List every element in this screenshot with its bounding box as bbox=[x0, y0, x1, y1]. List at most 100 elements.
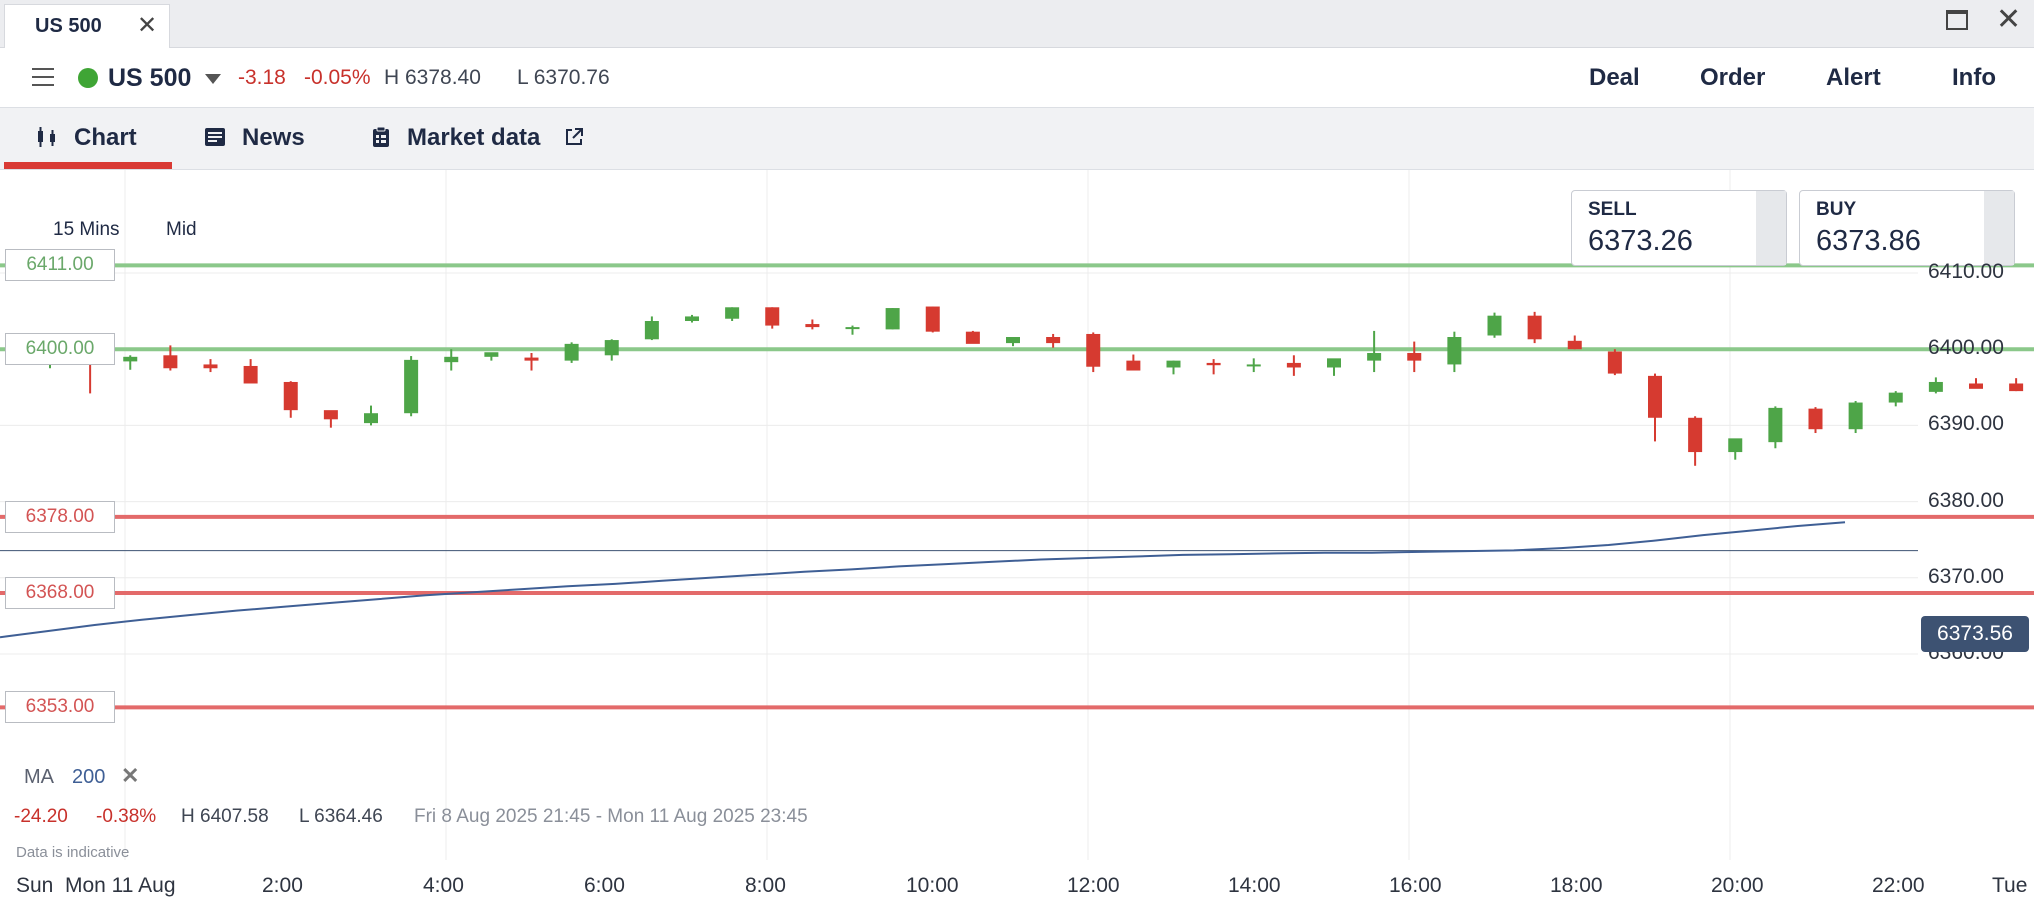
sell-quote[interactable]: SELL 6373.26 bbox=[1571, 190, 1787, 266]
candle-body bbox=[1808, 408, 1823, 430]
candle-body bbox=[524, 357, 539, 361]
level-label[interactable]: 6353.00 bbox=[5, 691, 115, 724]
y-tick-label: 6380.00 bbox=[1928, 488, 2004, 512]
data-disclaimer: Data is indicative bbox=[16, 844, 130, 861]
interval-selector[interactable]: 15 Mins bbox=[53, 219, 120, 241]
candle-body bbox=[1487, 315, 1502, 336]
candle bbox=[644, 316, 659, 341]
tab-chart[interactable]: Chart bbox=[74, 124, 137, 152]
candle-body bbox=[1567, 340, 1582, 350]
current-price-badge: 6373.56 bbox=[1921, 616, 2029, 652]
level-label[interactable]: 6411.00 bbox=[5, 249, 115, 282]
candle bbox=[1527, 311, 1542, 344]
x-tick-label: 14:00 bbox=[1228, 874, 1281, 897]
candle bbox=[1206, 359, 1221, 375]
window-restore-icon[interactable] bbox=[1946, 10, 1968, 30]
candle bbox=[1648, 373, 1662, 442]
range-dates: Fri 8 Aug 2025 21:45 - Mon 11 Aug 2025 2… bbox=[414, 806, 808, 827]
tab-market-data[interactable]: Market data bbox=[407, 124, 540, 152]
candle-body bbox=[1648, 375, 1662, 418]
candle bbox=[203, 359, 218, 373]
candle-body bbox=[2009, 383, 2024, 392]
x-tick-label: 2:00 bbox=[262, 874, 303, 897]
x-tick-label: Sun bbox=[16, 874, 54, 897]
candle bbox=[1607, 349, 1622, 376]
candle bbox=[845, 325, 860, 335]
tab-news[interactable]: News bbox=[242, 124, 305, 152]
candle bbox=[283, 381, 298, 418]
price-levels bbox=[0, 263, 2034, 710]
candle bbox=[685, 314, 699, 323]
candle-body bbox=[1327, 358, 1341, 368]
x-tick-label: 16:00 bbox=[1389, 874, 1442, 897]
candle bbox=[1487, 312, 1502, 338]
candles bbox=[43, 306, 2024, 466]
instrument-name[interactable]: US 500 bbox=[108, 64, 191, 93]
indicator-name: MA bbox=[24, 766, 54, 788]
candle-body bbox=[805, 324, 820, 328]
buy-quote[interactable]: BUY 6373.86 bbox=[1799, 190, 2015, 266]
candle bbox=[1928, 377, 1943, 394]
candle-body bbox=[1527, 315, 1542, 340]
level-label[interactable]: 6378.00 bbox=[5, 500, 115, 533]
candle bbox=[564, 342, 579, 363]
change-percent: -0.05% bbox=[304, 66, 371, 89]
deal-button[interactable]: Deal bbox=[1589, 64, 1640, 92]
window-close-icon[interactable]: ✕ bbox=[1996, 2, 2021, 37]
candle bbox=[524, 353, 539, 371]
candle-body bbox=[1206, 362, 1221, 366]
window-tab[interactable]: US 500 ✕ bbox=[4, 4, 170, 48]
y-tick-label: 6410.00 bbox=[1928, 260, 2004, 283]
external-link-icon[interactable] bbox=[564, 127, 584, 147]
order-button[interactable]: Order bbox=[1700, 64, 1765, 92]
market-open-status-icon bbox=[78, 68, 98, 88]
candle bbox=[1367, 330, 1382, 373]
menu-icon[interactable] bbox=[32, 68, 54, 86]
x-tick-label: Tue bbox=[1992, 874, 2028, 897]
candle bbox=[1888, 391, 1903, 407]
remove-indicator-icon[interactable]: ✕ bbox=[121, 763, 139, 789]
candle bbox=[1286, 355, 1301, 376]
candle-body bbox=[364, 413, 378, 424]
candle-body bbox=[1928, 381, 1943, 392]
chevron-down-icon[interactable] bbox=[205, 74, 221, 84]
candle bbox=[1246, 358, 1261, 373]
candle bbox=[1086, 332, 1101, 373]
candle bbox=[243, 359, 258, 384]
info-button[interactable]: Info bbox=[1952, 64, 1996, 92]
x-tick-label: 6:00 bbox=[584, 874, 625, 897]
candle-body bbox=[765, 307, 780, 326]
day-high: H 6378.40 bbox=[384, 66, 481, 89]
candle bbox=[1969, 378, 1983, 389]
candle bbox=[1166, 360, 1181, 375]
level-label[interactable]: 6400.00 bbox=[5, 333, 115, 366]
indicator-period[interactable]: 200 bbox=[72, 766, 105, 789]
candle-body bbox=[1848, 402, 1863, 430]
clipboard-icon bbox=[373, 126, 389, 147]
candle-body bbox=[404, 359, 419, 414]
x-tick-label: 22:00 bbox=[1872, 874, 1925, 897]
price-type-selector[interactable]: Mid bbox=[166, 219, 197, 241]
alert-button[interactable]: Alert bbox=[1826, 64, 1881, 92]
candle bbox=[1688, 416, 1703, 466]
candle bbox=[1126, 354, 1141, 371]
candle-body bbox=[1768, 407, 1783, 443]
candle bbox=[364, 405, 378, 426]
candle bbox=[484, 352, 499, 361]
candle-body bbox=[203, 364, 218, 369]
range-low: L 6364.46 bbox=[299, 806, 383, 827]
range-change: -24.20 bbox=[14, 806, 68, 827]
candle-body bbox=[644, 321, 659, 340]
y-tick-label: 6370.00 bbox=[1928, 564, 2004, 588]
candle bbox=[885, 308, 900, 330]
candle-body bbox=[685, 316, 699, 322]
candle bbox=[965, 330, 980, 344]
range-change-percent: -0.38% bbox=[96, 806, 157, 827]
price-chart[interactable] bbox=[0, 170, 2034, 902]
candle-body bbox=[1006, 337, 1020, 344]
candle-body bbox=[604, 340, 619, 356]
view-tabs bbox=[0, 108, 2034, 170]
level-label[interactable]: 6368.00 bbox=[5, 577, 115, 610]
y-tick-label: 6390.00 bbox=[1928, 412, 2004, 436]
close-tab-icon[interactable]: ✕ bbox=[137, 11, 157, 40]
